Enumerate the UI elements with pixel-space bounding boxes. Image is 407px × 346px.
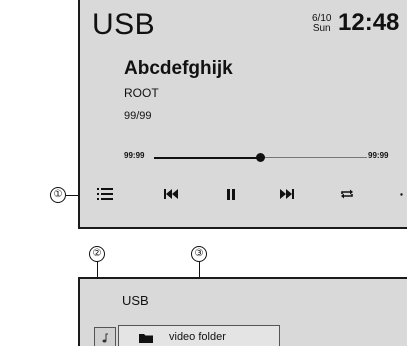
- usb-browser-screen: USB video folder: [78, 277, 407, 346]
- list-button[interactable]: [94, 186, 116, 202]
- elapsed-time: 99:99: [124, 151, 145, 160]
- progress-fill: [154, 156, 261, 159]
- folder-item[interactable]: video folder: [118, 325, 280, 346]
- pause-button[interactable]: [220, 186, 242, 202]
- music-note-icon: [102, 333, 108, 343]
- skip-previous-icon: [164, 189, 178, 199]
- list-icon: [97, 188, 113, 200]
- track-title: Abcdefghijk: [124, 58, 233, 79]
- dot-icon: [399, 192, 403, 196]
- folder-name: ROOT: [124, 86, 159, 100]
- callout-1: ①: [50, 187, 66, 203]
- track-count: 99/99: [124, 110, 152, 122]
- date-display: 6/10 Sun: [312, 14, 331, 34]
- callout-3: ③: [191, 246, 207, 262]
- repeat-icon: [341, 189, 353, 199]
- folder-icon: [139, 334, 153, 343]
- skip-next-icon: [280, 189, 294, 199]
- folder-item-label: video folder: [169, 331, 226, 343]
- remaining-time: 99:99: [368, 151, 389, 160]
- pause-icon: [227, 188, 235, 200]
- date-weekday: Sun: [312, 23, 331, 34]
- clock: 12:48: [338, 9, 400, 36]
- progress-thumb[interactable]: [256, 153, 265, 162]
- next-track-button[interactable]: [276, 186, 298, 202]
- progress-bar[interactable]: [154, 153, 367, 162]
- music-tab[interactable]: [94, 327, 116, 346]
- source-title: USB: [92, 8, 156, 41]
- repeat-button[interactable]: [336, 186, 358, 202]
- usb-player-screen: USB 6/10 Sun 12:48 Abcdefghijk ROOT 99/9…: [78, 0, 407, 229]
- more-indicator: [398, 186, 404, 202]
- callout-2: ②: [89, 246, 105, 262]
- browser-title: USB: [122, 293, 149, 308]
- previous-track-button[interactable]: [160, 186, 182, 202]
